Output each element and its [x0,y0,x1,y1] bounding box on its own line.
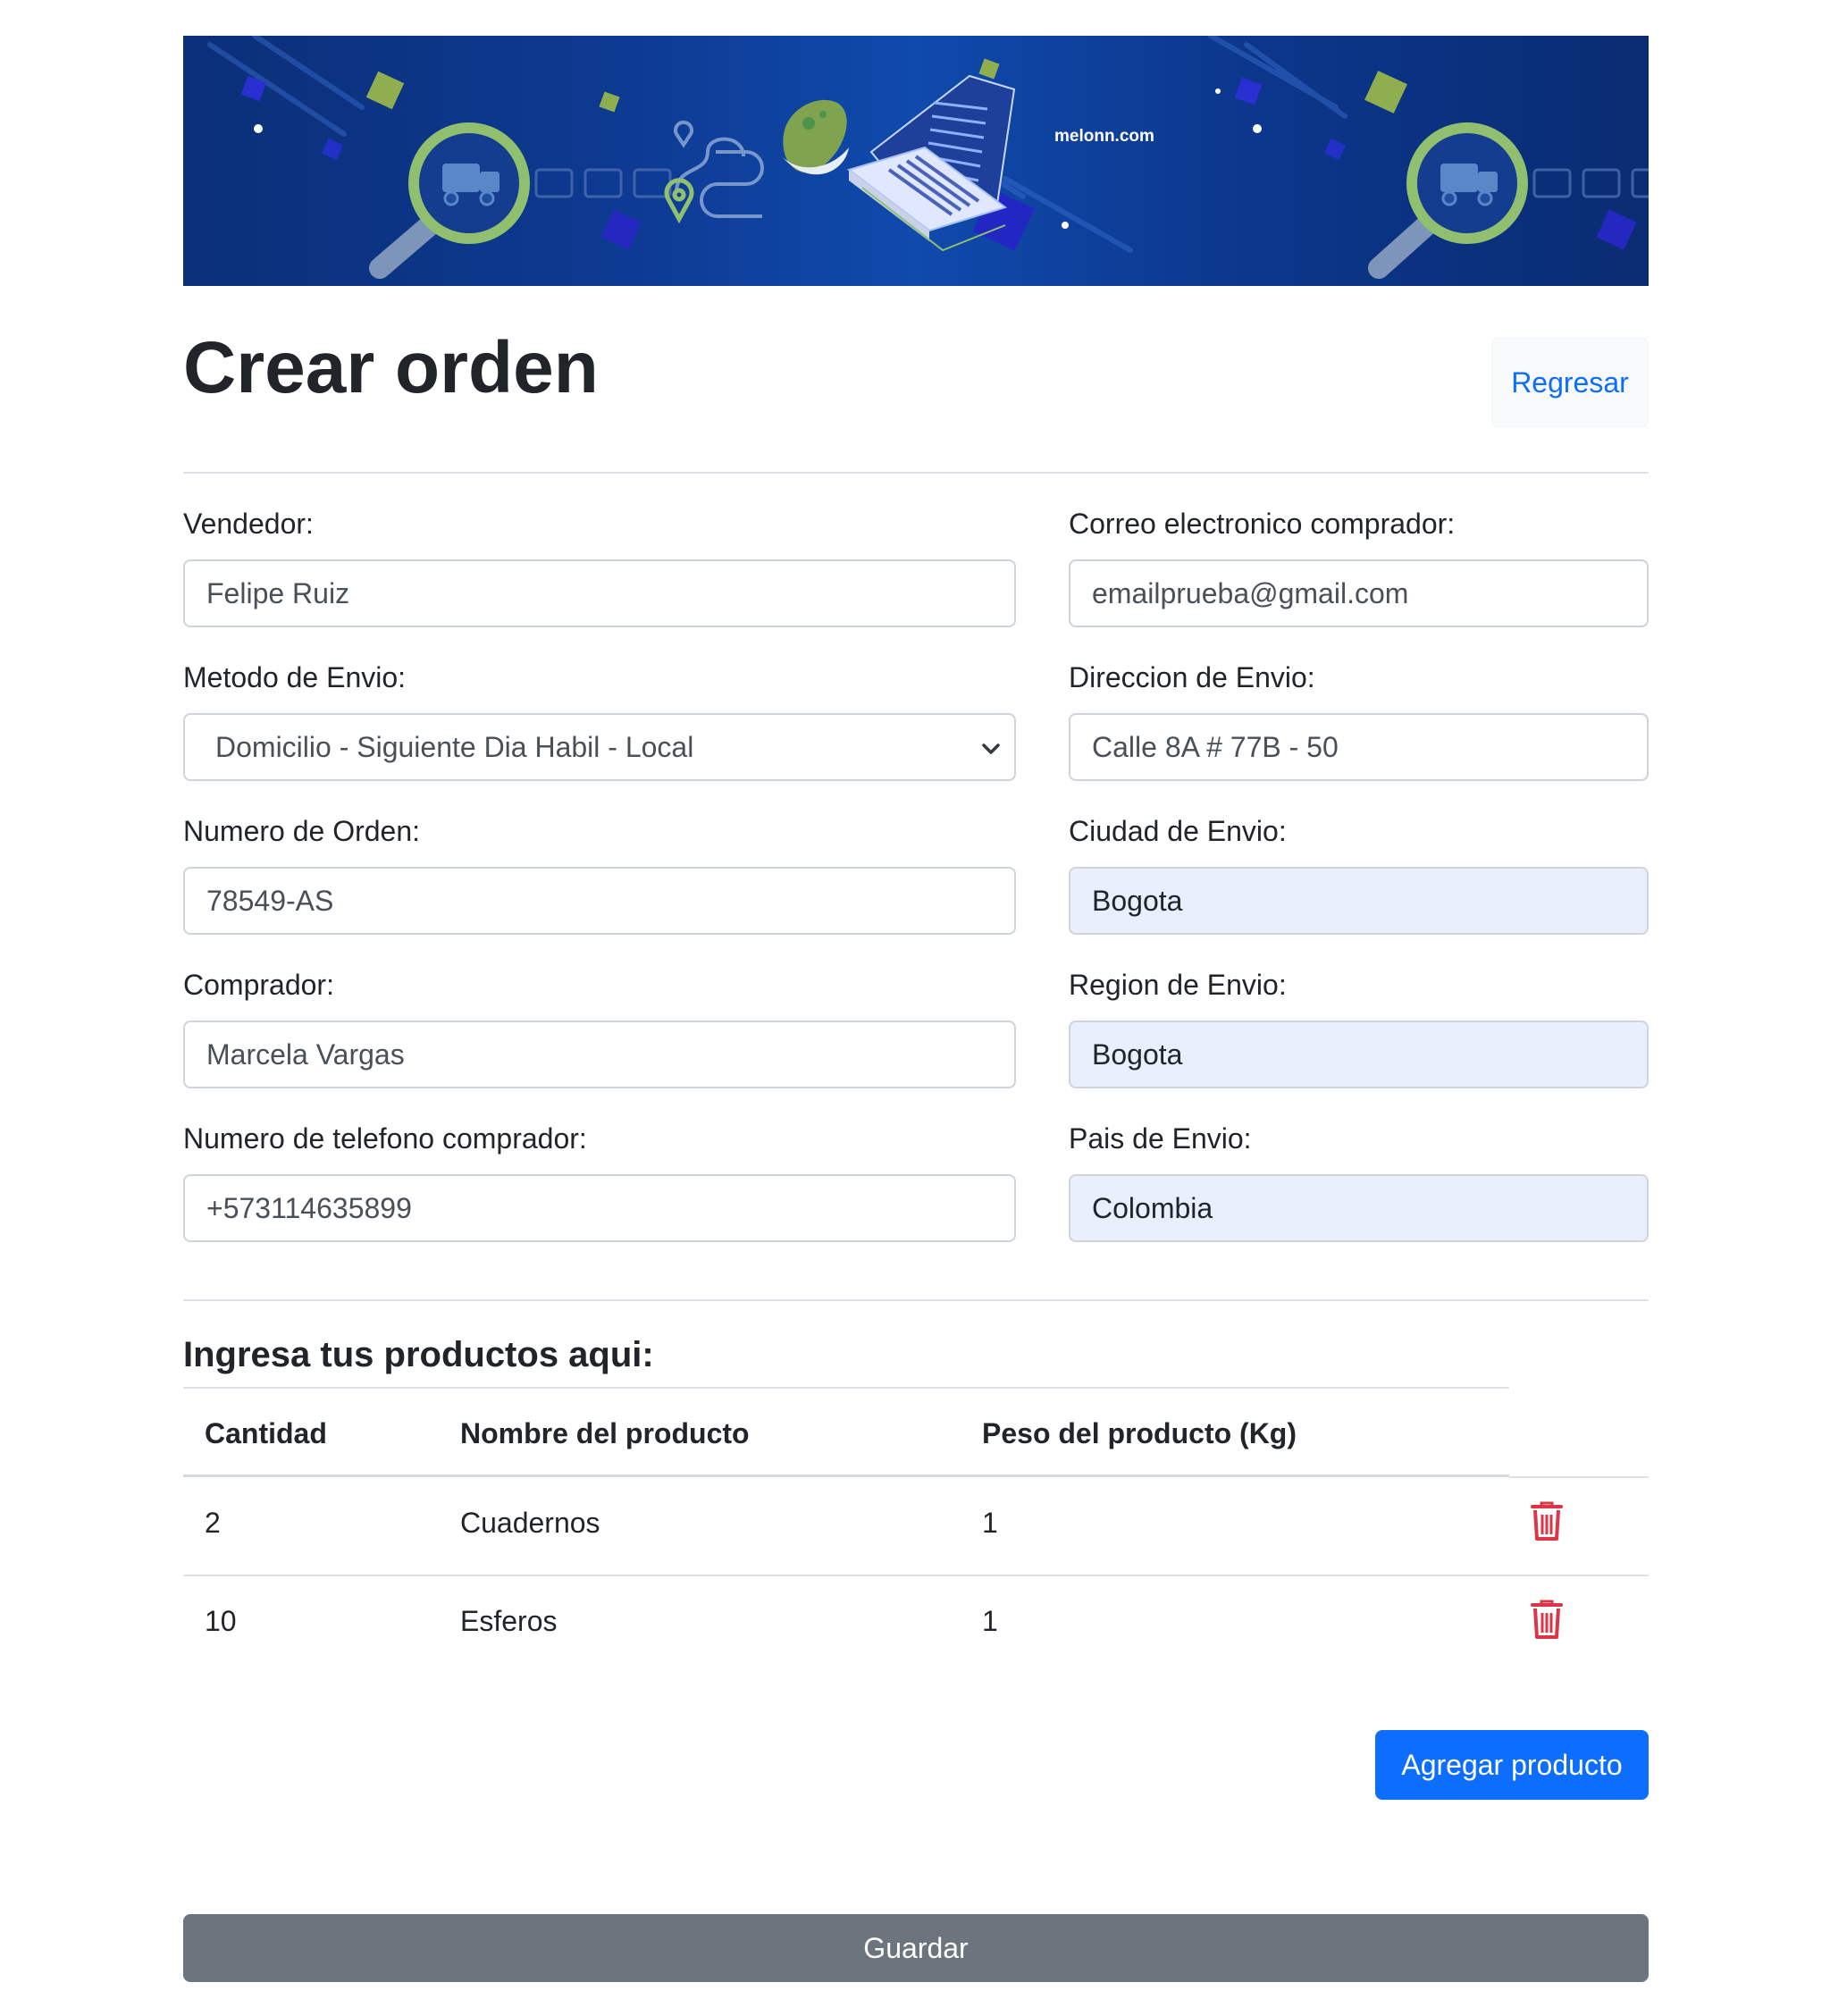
table-header-border [1509,1476,1649,1478]
row-cantidad: 2 [205,1507,221,1539]
region-label: Region de Envio: [1069,969,1287,1001]
column-header-nombre: Nombre del producto [460,1417,750,1449]
ciudad-input[interactable]: Bogota [1069,867,1649,935]
chevron-down-icon [982,743,1000,754]
products-section-title: Ingresa tus productos aqui: [183,1335,654,1374]
add-product-button[interactable]: Agregar producto [1375,1730,1649,1800]
divider [183,1299,1649,1301]
row-peso: 1 [982,1507,998,1539]
row-divider [183,1575,1649,1576]
direccion-input[interactable]: Calle 8A # 77B - 50 [1069,713,1649,781]
vendedor-input[interactable]: Felipe Ruiz [183,559,1016,627]
telefono-label: Numero de telefono comprador: [183,1122,587,1155]
direccion-label: Direccion de Envio: [1069,661,1315,693]
banner-illustration: melonn.com [207,36,1649,279]
correo-input[interactable]: emailprueba@gmail.com [1069,559,1649,627]
back-button[interactable]: Regresar [1491,338,1649,427]
vendedor-label: Vendedor: [183,508,314,540]
pais-label: Pais de Envio: [1069,1122,1252,1155]
row-nombre: Esferos [460,1605,558,1637]
metodo-envio-select[interactable]: Domicilio - Siguiente Dia Habil - Local [183,713,1016,781]
page-title: Crear orden [183,327,599,408]
metodo-envio-value: Domicilio - Siguiente Dia Habil - Local [215,731,694,763]
telefono-input[interactable]: +573114635899 [183,1174,1016,1242]
row-nombre: Cuadernos [460,1507,600,1539]
row-cantidad: 10 [205,1605,237,1637]
comprador-label: Comprador: [183,969,334,1001]
header-banner: melonn.com [183,36,1649,286]
column-header-cantidad: Cantidad [205,1417,327,1449]
divider [183,472,1649,474]
row-peso: 1 [982,1605,998,1637]
banner-brand-text: melonn.com [1054,127,1154,146]
save-button[interactable]: Guardar [183,1914,1649,1982]
numero-orden-input[interactable]: 78549-AS [183,867,1016,935]
trash-icon[interactable] [1529,1499,1565,1542]
region-input[interactable]: Bogota [1069,1021,1649,1088]
numero-orden-label: Numero de Orden: [183,815,421,847]
trash-icon[interactable] [1529,1598,1565,1641]
comprador-input[interactable]: Marcela Vargas [183,1021,1016,1088]
column-header-peso: Peso del producto (Kg) [982,1417,1297,1449]
ciudad-label: Ciudad de Envio: [1069,815,1287,847]
table-header-border [183,1474,1509,1477]
metodo-envio-label: Metodo de Envio: [183,661,407,693]
table-top-border [183,1387,1509,1389]
correo-label: Correo electronico comprador: [1069,508,1456,540]
pais-input[interactable]: Colombia [1069,1174,1649,1242]
